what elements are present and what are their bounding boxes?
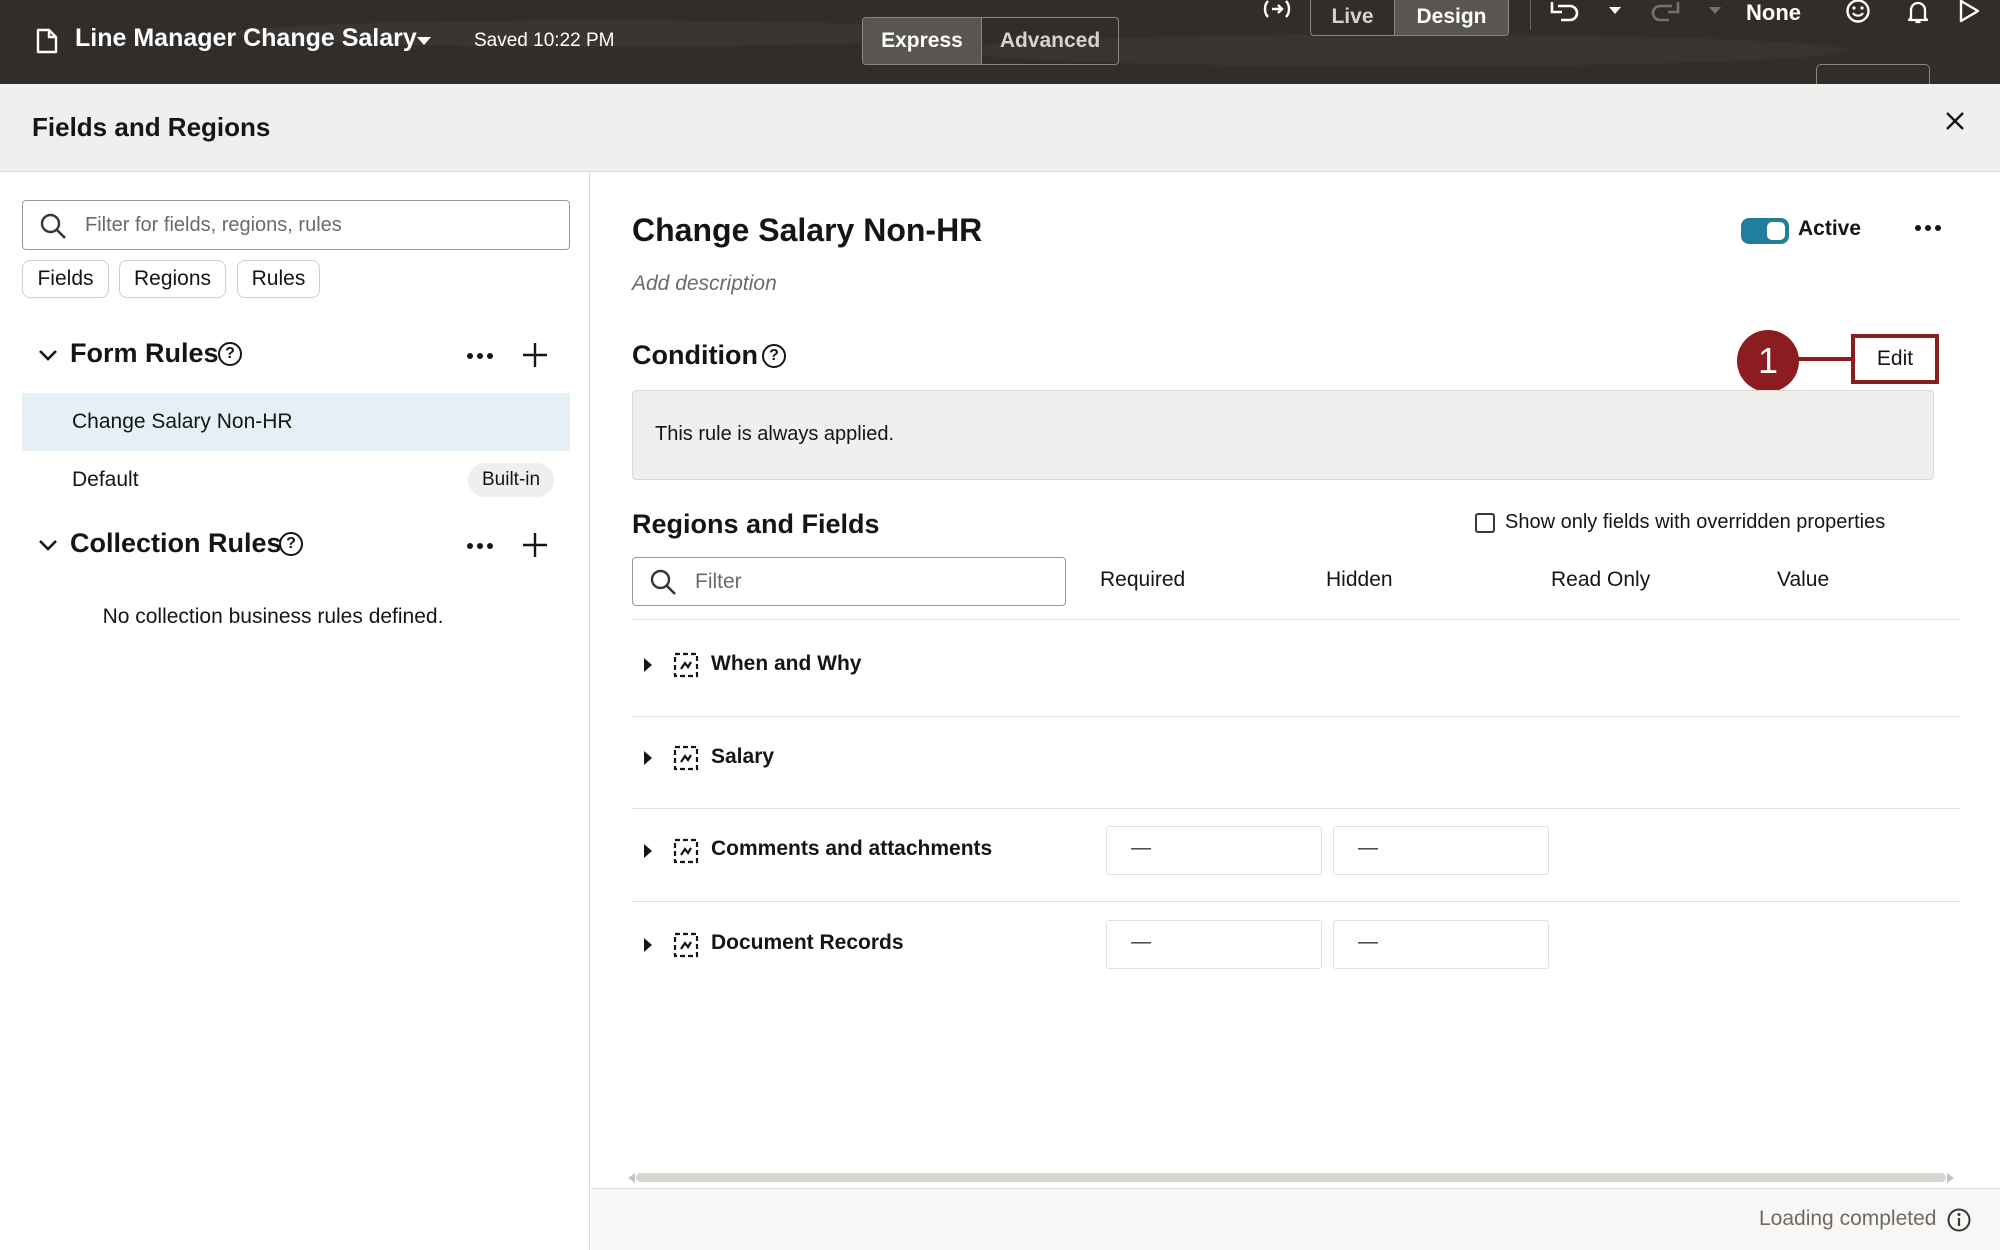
required-cell[interactable]: —	[1106, 920, 1322, 969]
show-overridden-checkbox[interactable]	[1475, 513, 1495, 533]
built-in-badge: Built-in	[468, 463, 555, 497]
region-icon	[673, 652, 699, 678]
callout-marker: 1	[1737, 330, 1799, 392]
sandbox-label[interactable]: None	[1746, 0, 1801, 26]
regions-fields-title: Regions and Fields	[632, 509, 880, 539]
row-divider	[632, 901, 1960, 902]
region-label[interactable]: When and Why	[711, 652, 862, 676]
region-icon	[673, 745, 699, 771]
search-icon	[39, 212, 67, 240]
chevron-down-icon[interactable]	[38, 538, 58, 552]
region-icon	[673, 838, 699, 864]
expression-icon[interactable]	[1262, 0, 1292, 22]
search-placeholder: Filter for fields, regions, rules	[85, 214, 342, 236]
collection-rules-title: Collection Rules	[70, 528, 282, 558]
rule-more-icon[interactable]	[1914, 224, 1942, 232]
add-collection-rule-icon[interactable]	[522, 532, 548, 558]
filter-placeholder: Filter	[695, 570, 742, 593]
required-cell[interactable]: —	[1106, 826, 1322, 875]
chevron-down-icon[interactable]	[38, 348, 58, 362]
view-toggle: Live Design	[1310, 0, 1509, 36]
panel-header: Fields and Regions	[0, 84, 2000, 172]
rule-editor: Change Salary Non-HR Add description Act…	[591, 172, 2000, 1250]
regions-filter-input[interactable]: Filter	[632, 557, 1066, 606]
rule-item-label: Default	[72, 468, 139, 491]
toolbar-divider	[1530, 0, 1531, 30]
help-icon[interactable]: ?	[218, 342, 242, 366]
document-icon	[36, 28, 58, 54]
rules-search-input[interactable]: Filter for fields, regions, rules	[22, 200, 570, 250]
undo-icon[interactable]	[1550, 0, 1580, 22]
smiley-icon[interactable]	[1845, 0, 1871, 24]
help-icon[interactable]: ?	[762, 344, 786, 368]
region-label[interactable]: Salary	[711, 745, 774, 769]
table-divider	[632, 619, 1960, 620]
form-rules-title: Form Rules	[70, 338, 219, 368]
hidden-cell[interactable]: —	[1333, 826, 1549, 875]
expand-caret-icon[interactable]	[643, 937, 653, 953]
column-header-read-only: Read Only	[1551, 568, 1651, 591]
add-description-field[interactable]: Add description	[632, 272, 777, 296]
column-header-hidden: Hidden	[1326, 568, 1393, 591]
tab-live[interactable]: Live	[1311, 0, 1394, 35]
panel-title: Fields and Regions	[32, 112, 271, 142]
active-toggle[interactable]	[1741, 218, 1789, 244]
search-icon	[649, 568, 677, 596]
region-icon	[673, 932, 699, 958]
close-icon[interactable]	[1944, 110, 1966, 132]
scroll-right-icon[interactable]	[1946, 1172, 1956, 1184]
collection-rules-more-icon[interactable]	[466, 542, 494, 550]
expand-caret-icon[interactable]	[643, 750, 653, 766]
row-divider	[632, 716, 1960, 717]
expand-caret-icon[interactable]	[643, 657, 653, 673]
row-divider	[632, 808, 1960, 809]
bell-icon[interactable]	[1906, 0, 1930, 24]
undo-menu-caret-icon[interactable]	[1608, 6, 1622, 15]
condition-summary: This rule is always applied.	[632, 390, 1934, 480]
status-bar: Loading completed	[591, 1188, 2000, 1250]
hidden-cell[interactable]: —	[1333, 920, 1549, 969]
region-label[interactable]: Document Records	[711, 931, 904, 955]
saved-status: Saved 10:22 PM	[474, 30, 615, 51]
toggle-knob	[1767, 222, 1785, 240]
form-rules-more-icon[interactable]	[466, 352, 494, 360]
play-icon[interactable]	[1958, 0, 1980, 24]
show-overridden-label[interactable]: Show only fields with overridden propert…	[1505, 511, 1885, 534]
horizontal-scrollbar[interactable]	[636, 1173, 1946, 1182]
redo-icon[interactable]	[1650, 0, 1680, 22]
rules-navigator: Filter for fields, regions, rules Fields…	[0, 172, 590, 1250]
chip-fields[interactable]: Fields	[22, 260, 109, 298]
tab-design[interactable]: Design	[1394, 0, 1508, 35]
caret-down-icon[interactable]	[416, 36, 432, 46]
collection-rules-empty: No collection business rules defined.	[102, 605, 444, 628]
chip-regions[interactable]: Regions	[119, 260, 226, 298]
region-label[interactable]: Comments and attachments	[711, 837, 992, 861]
condition-title: Condition	[632, 340, 758, 370]
tab-advanced[interactable]: Advanced	[981, 18, 1118, 64]
status-text: Loading completed	[1759, 1207, 1937, 1230]
info-icon[interactable]	[1947, 1208, 1971, 1232]
top-bar: Line Manager Change Salary Saved 10:22 P…	[0, 0, 2000, 88]
active-label: Active	[1798, 217, 1862, 240]
redo-menu-caret-icon[interactable]	[1708, 6, 1722, 15]
rule-item-change-salary-non-hr[interactable]: Change Salary Non-HR	[22, 393, 570, 451]
rule-name[interactable]: Change Salary Non-HR	[632, 212, 982, 249]
app-title[interactable]: Line Manager Change Salary	[75, 24, 417, 53]
tab-express[interactable]: Express	[863, 18, 981, 64]
mode-toggle: Express Advanced	[862, 17, 1119, 65]
column-header-required: Required	[1100, 568, 1186, 591]
condition-text: This rule is always applied.	[655, 423, 894, 445]
edit-condition-button[interactable]: Edit	[1851, 334, 1939, 384]
expand-caret-icon[interactable]	[643, 843, 653, 859]
scroll-left-icon[interactable]	[626, 1172, 636, 1184]
column-header-value: Value	[1777, 568, 1830, 591]
help-icon[interactable]: ?	[279, 532, 303, 556]
chip-rules[interactable]: Rules	[237, 260, 320, 298]
add-form-rule-icon[interactable]	[522, 342, 548, 368]
